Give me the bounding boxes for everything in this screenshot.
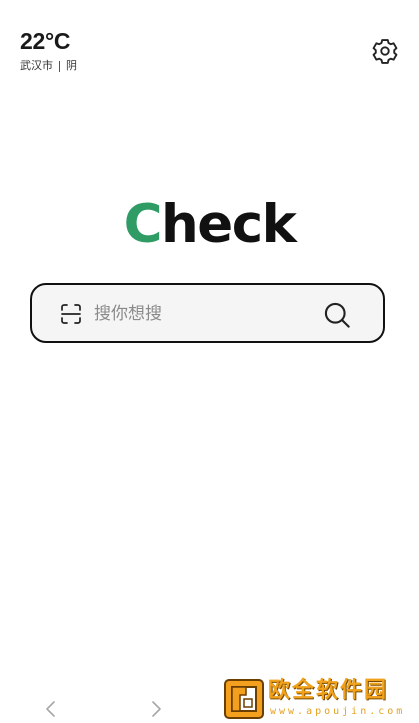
search-bar [30,283,385,343]
weather-widget: 22°C 武汉市 阴 [20,28,77,73]
app-logo: Check [0,192,419,258]
city-name: 武汉市 [20,59,53,72]
weather-location: 武汉市 阴 [20,59,77,73]
watermark-title: 欧全软件园 [268,678,389,703]
divider [59,60,60,72]
search-icon[interactable] [323,301,351,329]
scan-icon[interactable] [59,302,83,326]
watermark-url: www.apoujin.com [270,706,406,717]
chevron-right-icon[interactable] [147,698,165,720]
weather-condition: 阴 [66,59,77,72]
gear-icon [372,39,398,64]
chevron-left-icon[interactable] [42,698,60,720]
search-input[interactable] [94,297,304,331]
logo-first-letter: C [123,194,163,255]
logo-rest: heck [161,194,297,255]
settings-button[interactable] [370,36,400,66]
watermark-logo-icon [224,679,264,719]
watermark: 欧全软件园 www.apoujin.com [220,675,419,723]
temperature: 22°C [20,28,71,54]
